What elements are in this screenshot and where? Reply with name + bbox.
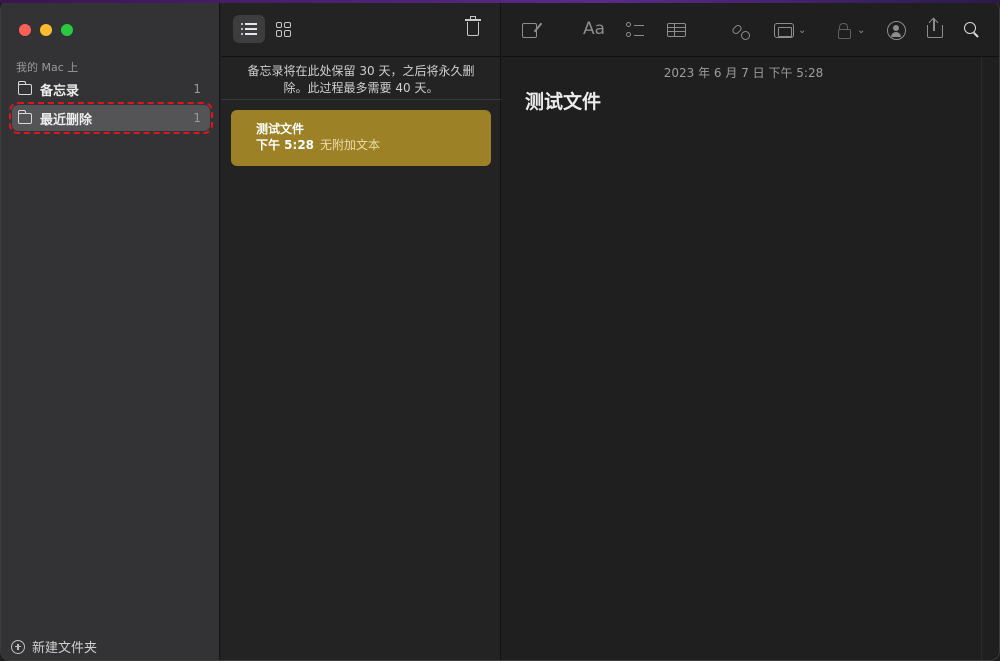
link-button[interactable]	[730, 20, 750, 40]
folder-count: 1	[193, 82, 201, 96]
note-meta: 下午 5:28 无附加文本	[256, 137, 491, 153]
note-title: 测试文件	[256, 122, 305, 136]
sidebar-section-label: 我的 Mac 上	[16, 61, 79, 74]
table-icon	[667, 23, 686, 37]
gallery-view-icon	[275, 21, 291, 37]
note-time: 下午 5:28	[256, 138, 315, 152]
format-button[interactable]: Aa	[583, 19, 605, 39]
scrollbar-track[interactable]	[981, 57, 999, 660]
chevron-down-icon: ⌄	[857, 24, 866, 36]
new-note-button[interactable]	[522, 20, 537, 40]
link-icon	[730, 21, 750, 40]
new-folder-label: 新建文件夹	[32, 641, 98, 656]
desktop-edge	[0, 0, 1000, 3]
chevron-down-icon: ⌄	[798, 24, 807, 36]
divider	[221, 99, 501, 100]
list-toolbar	[221, 1, 501, 57]
media-button[interactable]: ⌄	[774, 20, 806, 40]
note-date: 2023 年 6 月 7 日 下午 5:28	[663, 66, 824, 80]
editor-toolbar: Aa ⌄ ⌄	[502, 1, 999, 57]
editor-pane: Aa ⌄ ⌄ 2023 年 6 月 7 日 下午 5:28 测试文件	[502, 1, 999, 660]
notes-window: 我的 Mac 上 备忘录 1 最近删除 1 新建文件夹 备忘录将在此处保留 30…	[0, 0, 1000, 661]
share-icon	[927, 17, 943, 38]
sidebar-item-recently-deleted[interactable]: 最近删除 1	[9, 102, 213, 134]
list-view-icon	[241, 23, 257, 35]
lock-icon	[838, 23, 851, 39]
trash-icon[interactable]	[465, 16, 481, 36]
format-icon: Aa	[583, 19, 606, 39]
note-list-item[interactable]: 测试文件 下午 5:28 无附加文本	[231, 110, 491, 166]
compose-icon	[522, 22, 537, 38]
plus-circle-icon	[11, 639, 25, 654]
new-folder-button[interactable]: 新建文件夹	[11, 637, 97, 656]
folder-count: 1	[193, 111, 201, 125]
checklist-icon	[626, 21, 644, 39]
zoom-button[interactable]	[61, 24, 73, 36]
note-body-heading[interactable]: 测试文件	[525, 87, 601, 114]
sidebar-item-notes[interactable]: 备忘录 1	[12, 76, 210, 102]
window-controls	[19, 24, 73, 36]
folder-icon	[17, 80, 32, 95]
search-button[interactable]	[964, 20, 980, 40]
media-icon	[774, 22, 794, 38]
lock-button[interactable]: ⌄	[838, 20, 865, 40]
checklist-button[interactable]	[626, 20, 644, 40]
note-preview: 无附加文本	[320, 138, 381, 152]
collaborate-button[interactable]	[887, 20, 906, 40]
note-list-pane: 备忘录将在此处保留 30 天，之后将永久删除。此过程最多需要 40 天。 测试文…	[221, 1, 501, 660]
share-button[interactable]	[927, 17, 943, 38]
minimize-button[interactable]	[40, 24, 52, 36]
collaborate-icon	[887, 20, 906, 40]
table-button[interactable]	[667, 20, 686, 40]
retention-notice: 备忘录将在此处保留 30 天，之后将永久删除。此过程最多需要 40 天。	[247, 64, 475, 95]
close-button[interactable]	[19, 24, 31, 36]
search-icon	[964, 22, 980, 38]
list-view-button[interactable]	[233, 15, 265, 43]
folder-label: 最近删除	[40, 112, 93, 128]
folder-icon	[17, 109, 32, 124]
gallery-view-button[interactable]	[267, 15, 299, 43]
sidebar: 我的 Mac 上 备忘录 1 最近删除 1 新建文件夹	[1, 1, 220, 660]
folder-label: 备忘录	[40, 83, 80, 99]
